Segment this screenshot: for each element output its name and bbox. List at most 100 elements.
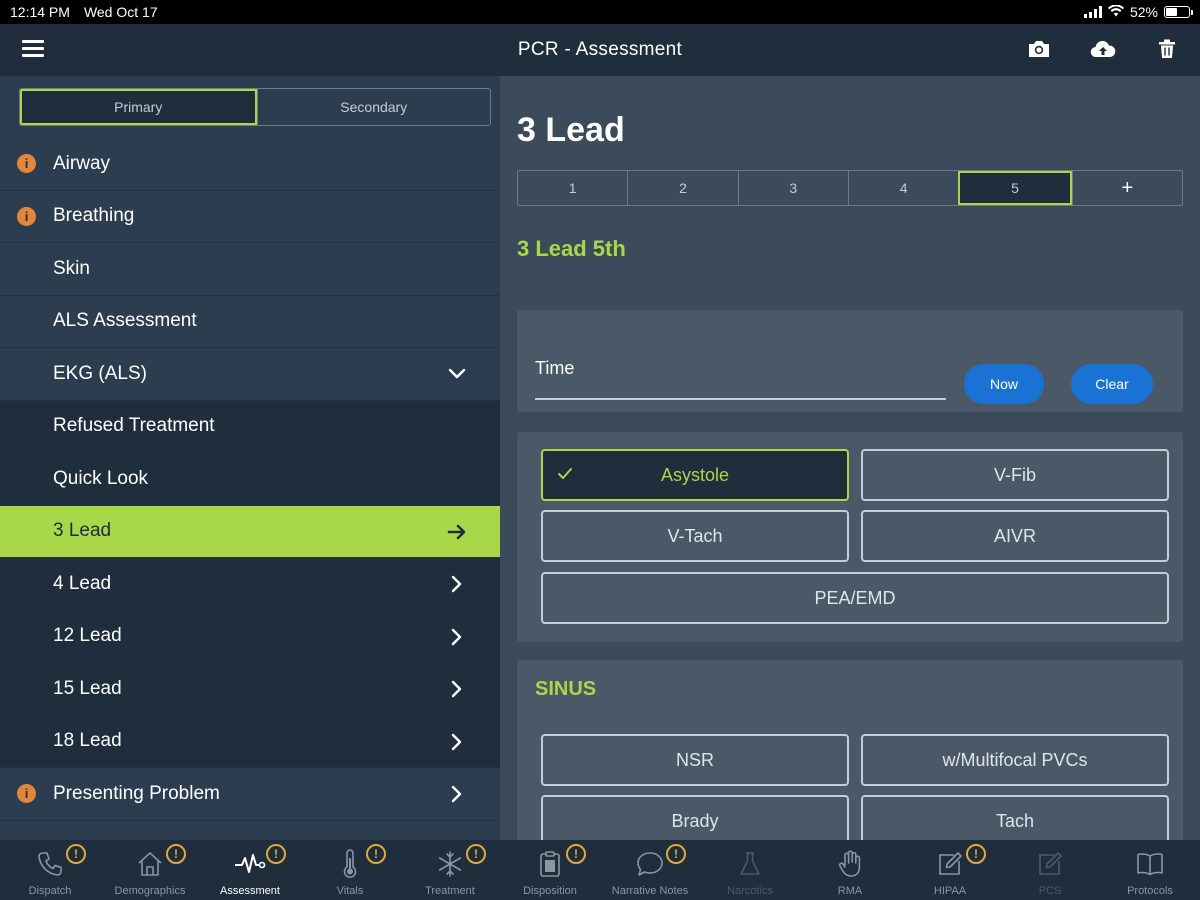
clear-button[interactable]: Clear [1071, 364, 1153, 404]
sidebar-list: i Airway i Breathing Skin ALS Assessment… [0, 138, 500, 821]
sidebar-item-airway[interactable]: i Airway [0, 138, 500, 191]
bottom-tab-bar: ! Dispatch ! Demographics ! Assessment !… [0, 840, 1200, 900]
sidebar-item-skin[interactable]: Skin [0, 243, 500, 296]
tab-label: Protocols [1127, 885, 1173, 897]
tab-label: Dispatch [28, 885, 72, 897]
sidebar-item-ekg-als[interactable]: EKG (ALS) [0, 348, 500, 401]
tab-label: Narcotics [727, 885, 773, 897]
chevron-right-icon [446, 573, 468, 595]
multifocal-pvcs-option[interactable]: w/Multifocal PVCs [861, 734, 1169, 786]
sidebar-item-4-lead[interactable]: 4 Lead [0, 558, 500, 611]
main-panel: 3 Lead 1 2 3 4 5 + 3 Lead 5th Time Now C… [500, 76, 1200, 840]
tab-assessment[interactable]: ! Assessment [200, 840, 300, 900]
alert-badge: ! [466, 844, 486, 864]
sidebar: Primary Secondary i Airway i Breathing S… [0, 76, 500, 840]
sinus-card: SINUS NSR w/Multifocal PVCs Brady Tach [517, 660, 1183, 840]
tab-disposition[interactable]: ! Disposition [500, 840, 600, 900]
sidebar-item-refused-treatment[interactable]: Refused Treatment [0, 400, 500, 453]
chevron-right-icon [446, 678, 468, 700]
tab-hipaa[interactable]: ! HIPAA [900, 840, 1000, 900]
sidebar-item-3-lead[interactable]: 3 Lead [0, 505, 500, 558]
tab-4[interactable]: 4 [847, 171, 958, 205]
trash-icon[interactable] [1154, 36, 1180, 62]
now-button[interactable]: Now [964, 364, 1044, 404]
tab-label: Assessment [220, 885, 280, 897]
sidebar-item-label: 18 Lead [53, 730, 122, 752]
pea-emd-option[interactable]: PEA/EMD [541, 572, 1169, 624]
sidebar-item-label: Breathing [53, 205, 135, 227]
tab-dispatch[interactable]: ! Dispatch [0, 840, 100, 900]
sidebar-item-label: 15 Lead [53, 677, 122, 699]
battery-percent: 52% [1129, 4, 1158, 20]
status-bar: 12:14 PM Wed Oct 17 52% [0, 0, 1200, 24]
v-tach-option[interactable]: V-Tach [541, 510, 849, 562]
option-label: PEA/EMD [814, 587, 896, 608]
option-label: Tach [995, 810, 1035, 831]
sidebar-item-label: 3 Lead [53, 520, 112, 542]
tab-treatment[interactable]: ! Treatment [400, 840, 500, 900]
sidebar-item-quick-look[interactable]: Quick Look [0, 453, 500, 506]
sidebar-item-presenting-problem[interactable]: i Presenting Problem [0, 768, 500, 821]
tab-vitals[interactable]: ! Vitals [300, 840, 400, 900]
tab-5[interactable]: 5 [958, 171, 1072, 205]
sidebar-item-label: Presenting Problem [53, 782, 220, 804]
sidebar-item-15-lead[interactable]: 15 Lead [0, 663, 500, 716]
brady-option[interactable]: Brady [541, 795, 849, 840]
alert-badge: ! [966, 844, 986, 864]
tab-2[interactable]: 2 [627, 171, 737, 205]
alert-badge: ! [366, 844, 386, 864]
alert-info-icon: i [17, 154, 36, 174]
alert-info-icon: i [17, 784, 36, 804]
sidebar-item-label: 4 Lead [53, 572, 112, 594]
flask-icon [734, 848, 766, 880]
sidebar-item-als-assessment[interactable]: ALS Assessment [0, 296, 500, 348]
aivr-option[interactable]: AIVR [861, 510, 1169, 562]
hand-icon [834, 848, 866, 880]
tab-pcs[interactable]: PCS [1000, 840, 1100, 900]
tab-3[interactable]: 3 [737, 171, 848, 205]
snowflake-icon [434, 848, 466, 880]
wifi-icon [1107, 4, 1124, 20]
sidebar-item-18-lead[interactable]: 18 Lead [0, 715, 500, 768]
sidebar-item-breathing[interactable]: i Breathing [0, 191, 500, 243]
time-input[interactable] [535, 398, 946, 400]
tab-demographics[interactable]: ! Demographics [100, 840, 200, 900]
nav-bar: PCR - Assessment [0, 24, 1200, 76]
heartbeat-icon [234, 848, 266, 880]
tab-label: Narrative Notes [611, 885, 689, 897]
cloud-upload-icon[interactable] [1090, 36, 1116, 62]
sidebar-item-label: ALS Assessment [53, 310, 197, 332]
cellular-signal-icon [1083, 6, 1102, 18]
tab-rma[interactable]: RMA [800, 840, 900, 900]
tab-label: RMA [837, 885, 863, 897]
sidebar-item-label: Quick Look [53, 467, 149, 489]
alert-badge: ! [666, 844, 686, 864]
option-label: NSR [675, 749, 714, 770]
nsr-option[interactable]: NSR [541, 734, 849, 786]
chevron-right-icon [446, 626, 468, 648]
sidebar-item-12-lead[interactable]: 12 Lead [0, 610, 500, 663]
camera-icon[interactable] [1026, 36, 1052, 62]
add-tab-button[interactable]: + [1071, 171, 1182, 205]
rhythm-options-card: Asystole V-Fib V-Tach AIVR PEA/EMD [517, 432, 1183, 642]
sidebar-item-label: Refused Treatment [53, 415, 215, 437]
section-title: 3 Lead [517, 111, 625, 149]
page-title: PCR - Assessment [517, 39, 683, 60]
edit-icon [934, 848, 966, 880]
sidebar-item-label: EKG (ALS) [53, 362, 147, 384]
segment-primary[interactable]: Primary [20, 89, 257, 125]
tab-narrative-notes[interactable]: ! Narrative Notes [600, 840, 700, 900]
tab-protocols[interactable]: Protocols [1100, 840, 1200, 900]
clipboard-icon [534, 848, 566, 880]
tab-1[interactable]: 1 [518, 171, 627, 205]
tab-narcotics[interactable]: Narcotics [700, 840, 800, 900]
alert-badge: ! [166, 844, 186, 864]
segment-secondary[interactable]: Secondary [256, 89, 491, 125]
tab-label: Vitals [336, 885, 364, 897]
asystole-option[interactable]: Asystole [541, 449, 849, 501]
sidebar-item-label: 12 Lead [53, 625, 122, 647]
tach-option[interactable]: Tach [861, 795, 1169, 840]
v-fib-option[interactable]: V-Fib [861, 449, 1169, 501]
option-label: AIVR [993, 525, 1036, 546]
alert-badge: ! [266, 844, 286, 864]
